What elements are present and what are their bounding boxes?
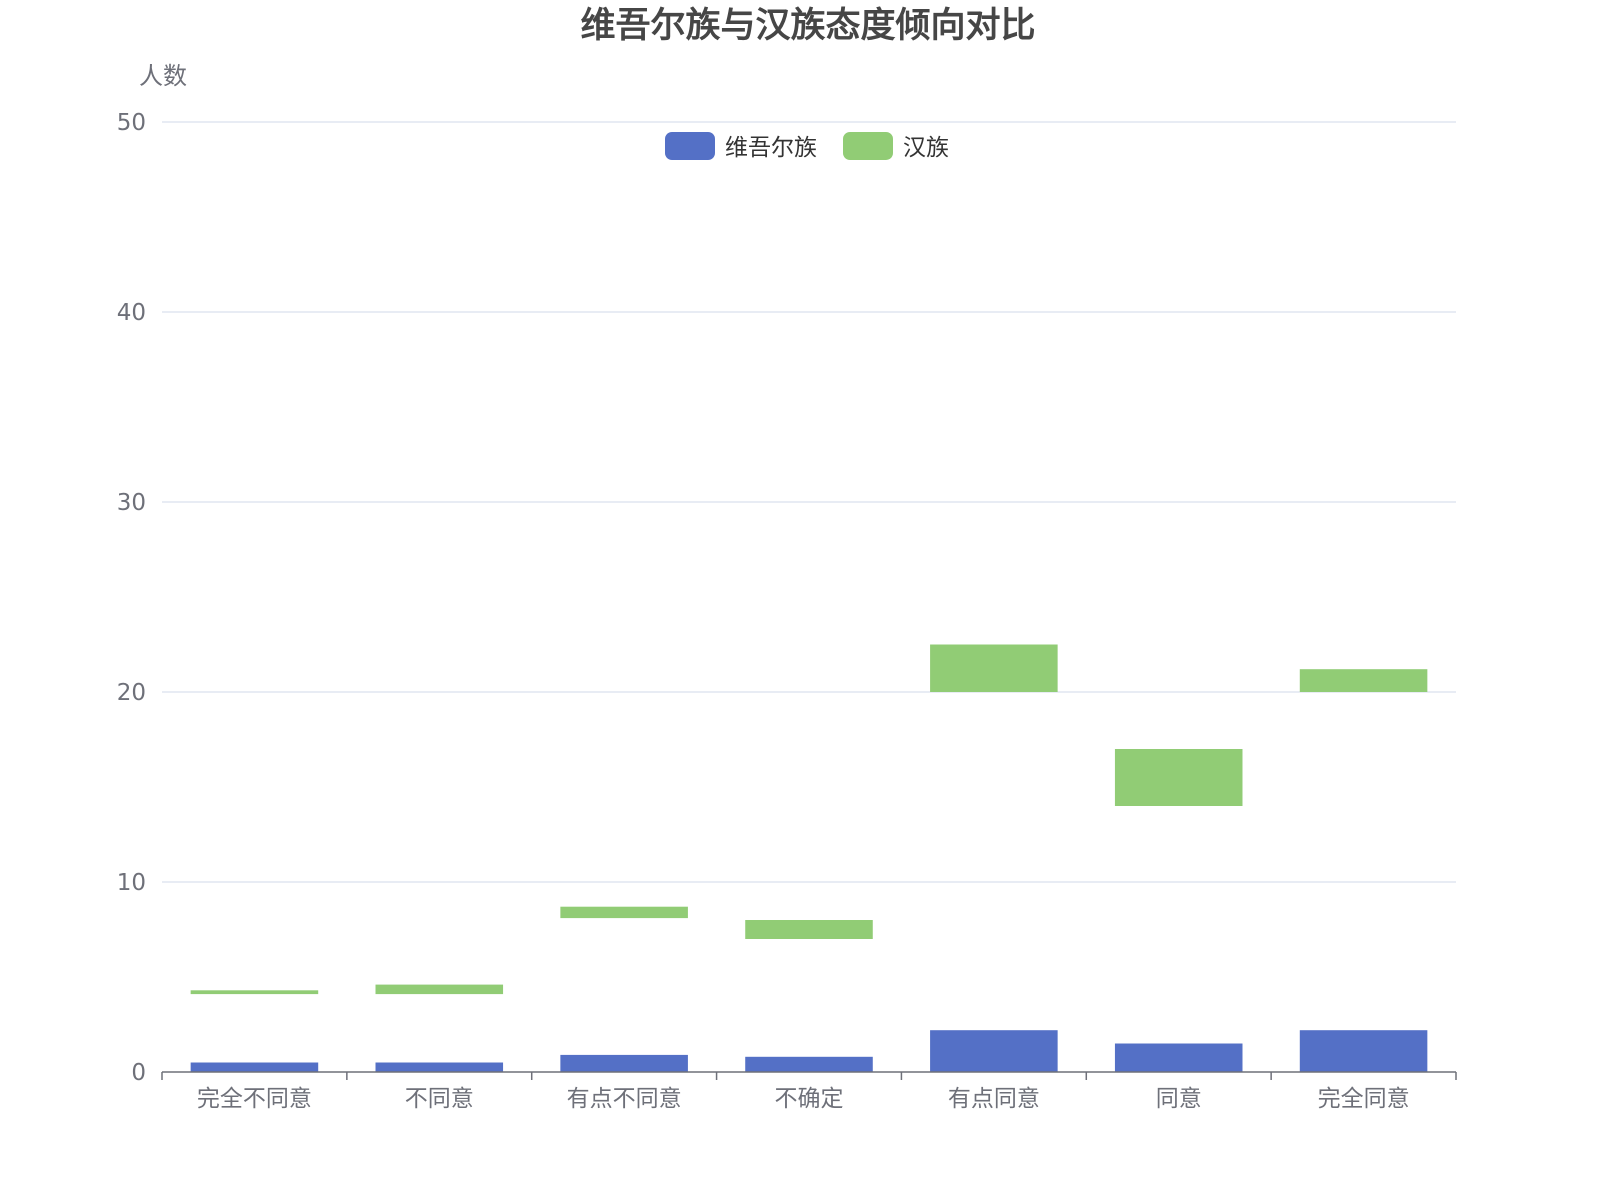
chart-title: 维吾尔族与汉族态度倾向对比 [580,6,1035,46]
bar-series1 [930,1030,1058,1072]
legend[interactable]: 维吾尔族 汉族 [665,132,949,161]
y-axis-ticks: 0 10 20 30 40 50 [117,110,146,1086]
grid-lines [162,121,1456,883]
y-tick-label: 10 [117,870,146,896]
bar-series1 [1299,1030,1428,1072]
x-tick-label: 同意 [1156,1086,1202,1112]
x-tick-label: 有点不同意 [567,1086,682,1112]
x-tick-label: 有点同意 [948,1086,1040,1112]
legend-label[interactable]: 汉族 [903,135,949,161]
bar-series2 [1299,669,1428,692]
bar-series1 [375,1062,504,1072]
bar-series1 [190,1062,319,1072]
x-tick-label: 不确定 [775,1086,844,1112]
bar-series1 [745,1056,873,1072]
x-axis [161,1071,1457,1080]
bar-series1 [1114,1043,1243,1072]
x-tick-label: 完全不同意 [197,1086,312,1112]
chart-svg: 维吾尔族与汉族态度倾向对比 人数 0 10 20 30 40 50 完全不同意 不同意 有点不… [117,6,1457,1112]
bar-series2 [375,984,504,995]
legend-swatch[interactable] [843,132,893,160]
y-tick-label: 0 [131,1060,146,1086]
bar-series2 [930,644,1058,692]
y-tick-label: 40 [117,300,146,326]
x-axis-ticks: 完全不同意 不同意 有点不同意 不确定 有点同意 同意 完全同意 [197,1086,1410,1112]
bar-series2 [560,906,688,919]
legend-swatch[interactable] [665,132,715,160]
bars [190,644,1428,1072]
y-tick-label: 50 [117,110,146,136]
chart-container: 维吾尔族与汉族态度倾向对比 人数 0 10 20 30 40 50 完全不同意 不同意 有点不… [0,0,1600,1200]
x-tick-label: 不同意 [405,1086,474,1112]
bar-series2 [745,920,873,939]
bar-series2 [1114,749,1243,806]
legend-label[interactable]: 维吾尔族 [725,135,817,161]
bar-series1 [560,1054,688,1072]
bar-series2 [190,990,319,995]
y-tick-label: 20 [117,680,146,706]
x-tick-label: 完全同意 [1318,1086,1410,1112]
y-axis-label: 人数 [139,62,187,90]
y-tick-label: 30 [117,490,146,516]
